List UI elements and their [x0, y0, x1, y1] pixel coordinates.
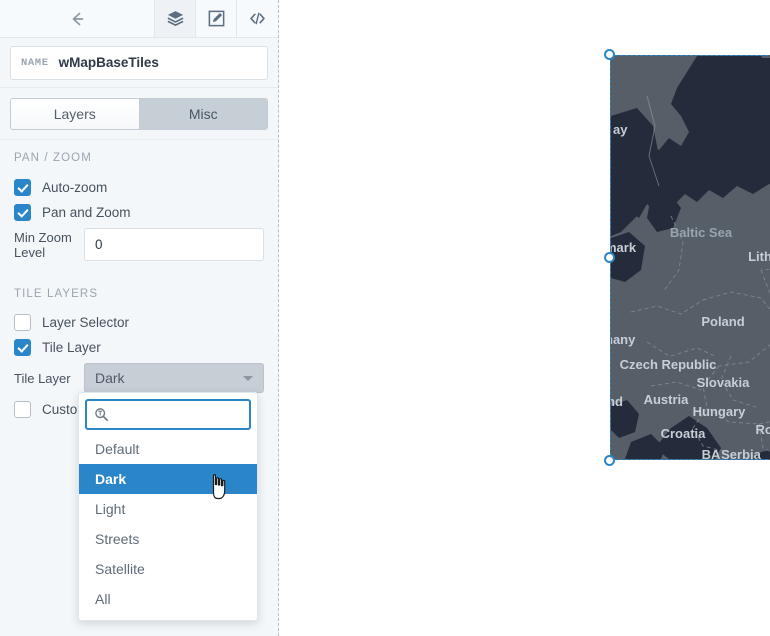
- svg-text:nd: nd: [611, 394, 623, 409]
- name-value: wMapBaseTiles: [58, 55, 159, 70]
- layer-selector-row[interactable]: Layer Selector: [14, 314, 129, 331]
- tab-misc[interactable]: Misc: [138, 98, 267, 129]
- svg-text:Slovakia: Slovakia: [697, 375, 751, 390]
- pan-and-zoom-label: Pan and Zoom: [42, 205, 131, 220]
- svg-text:Hungary: Hungary: [693, 404, 747, 419]
- svg-text:Baltic Sea: Baltic Sea: [670, 225, 733, 240]
- edit-square-icon: [208, 10, 224, 27]
- layer-selector-checkbox[interactable]: [14, 314, 31, 331]
- panel-toolbar: [0, 0, 278, 38]
- tab-bar: Layers Misc: [0, 88, 278, 140]
- name-input[interactable]: NAME wMapBaseTiles: [10, 45, 268, 80]
- min-zoom-level-input[interactable]: 0: [84, 228, 264, 261]
- resize-handle-nw[interactable]: [604, 49, 615, 60]
- auto-zoom-row[interactable]: Auto-zoom: [14, 179, 107, 196]
- svg-text:Croatia: Croatia: [661, 426, 707, 441]
- pan-and-zoom-checkbox[interactable]: [14, 204, 31, 221]
- tile-layer-select-label: Tile Layer: [14, 370, 71, 386]
- search-icon: [95, 408, 108, 421]
- name-label: NAME: [21, 56, 49, 69]
- dropdown-search-input[interactable]: [85, 399, 251, 430]
- layer-selector-label: Layer Selector: [42, 315, 130, 330]
- min-zoom-level-row: Min Zoom Level 0: [14, 228, 264, 261]
- tile-layer-toggle-row[interactable]: Tile Layer: [14, 339, 101, 356]
- chevron-down-icon: [243, 375, 253, 381]
- layers-tool-button[interactable]: [155, 0, 196, 37]
- tile-layer-dropdown: Default Dark Light Streets Satellite All: [78, 392, 258, 621]
- tile-layer-checkbox[interactable]: [14, 339, 31, 356]
- section-title-tile-layers: TILE LAYERS: [14, 288, 99, 300]
- resize-handle-sw[interactable]: [604, 455, 615, 466]
- code-icon: [250, 12, 265, 25]
- min-zoom-level-label: Min Zoom Level: [14, 229, 72, 260]
- dropdown-option-light[interactable]: Light: [79, 494, 257, 524]
- dropdown-option-all[interactable]: All: [79, 584, 257, 614]
- dropdown-option-dark[interactable]: Dark: [79, 464, 257, 494]
- svg-text:Lithuania: Lithuania: [748, 249, 770, 264]
- tile-layer-select[interactable]: Dark: [84, 363, 264, 393]
- auto-zoom-checkbox[interactable]: [14, 179, 31, 196]
- svg-text:nany: nany: [611, 332, 636, 347]
- layers-icon: [167, 11, 183, 26]
- tile-layer-toggle-label: Tile Layer: [42, 340, 101, 355]
- tile-layer-select-value: Dark: [95, 370, 125, 386]
- svg-text:BA: BA: [702, 447, 721, 459]
- name-field-container: NAME wMapBaseTiles: [0, 38, 278, 88]
- back-button[interactable]: [0, 0, 155, 37]
- pan-and-zoom-row[interactable]: Pan and Zoom: [14, 204, 131, 221]
- map-tiles: Estonia Latvia Lithuania Belarus Poland …: [611, 56, 770, 459]
- dropdown-option-default[interactable]: Default: [79, 434, 257, 464]
- resize-handle-w[interactable]: [604, 252, 615, 263]
- tab-layers[interactable]: Layers: [11, 98, 139, 129]
- dropdown-option-satellite[interactable]: Satellite: [79, 554, 257, 584]
- auto-zoom-label: Auto-zoom: [42, 180, 108, 195]
- edit-tool-button[interactable]: [196, 0, 237, 37]
- section-title-pan-zoom: PAN / ZOOM: [14, 152, 92, 164]
- arrow-left-icon: [72, 12, 84, 25]
- svg-text:mark: mark: [611, 240, 637, 255]
- svg-text:Romania: Romania: [756, 422, 770, 437]
- properties-panel: NAME wMapBaseTiles Layers Misc PAN / ZOO…: [0, 0, 279, 636]
- svg-text:ay: ay: [613, 122, 628, 137]
- tile-layer-select-row: Tile Layer Dark: [14, 363, 264, 393]
- svg-text:Poland: Poland: [701, 314, 744, 329]
- map-widget[interactable]: Estonia Latvia Lithuania Belarus Poland …: [610, 55, 770, 460]
- svg-text:Czech Republic: Czech Republic: [620, 357, 717, 372]
- custom-checkbox[interactable]: [14, 401, 31, 418]
- map-widget-selection[interactable]: Estonia Latvia Lithuania Belarus Poland …: [604, 49, 770, 466]
- dropdown-option-streets[interactable]: Streets: [79, 524, 257, 554]
- design-canvas: Estonia Latvia Lithuania Belarus Poland …: [279, 0, 770, 636]
- code-tool-button[interactable]: [237, 0, 278, 37]
- svg-text:Serbia: Serbia: [721, 447, 762, 459]
- svg-text:Austria: Austria: [644, 392, 690, 407]
